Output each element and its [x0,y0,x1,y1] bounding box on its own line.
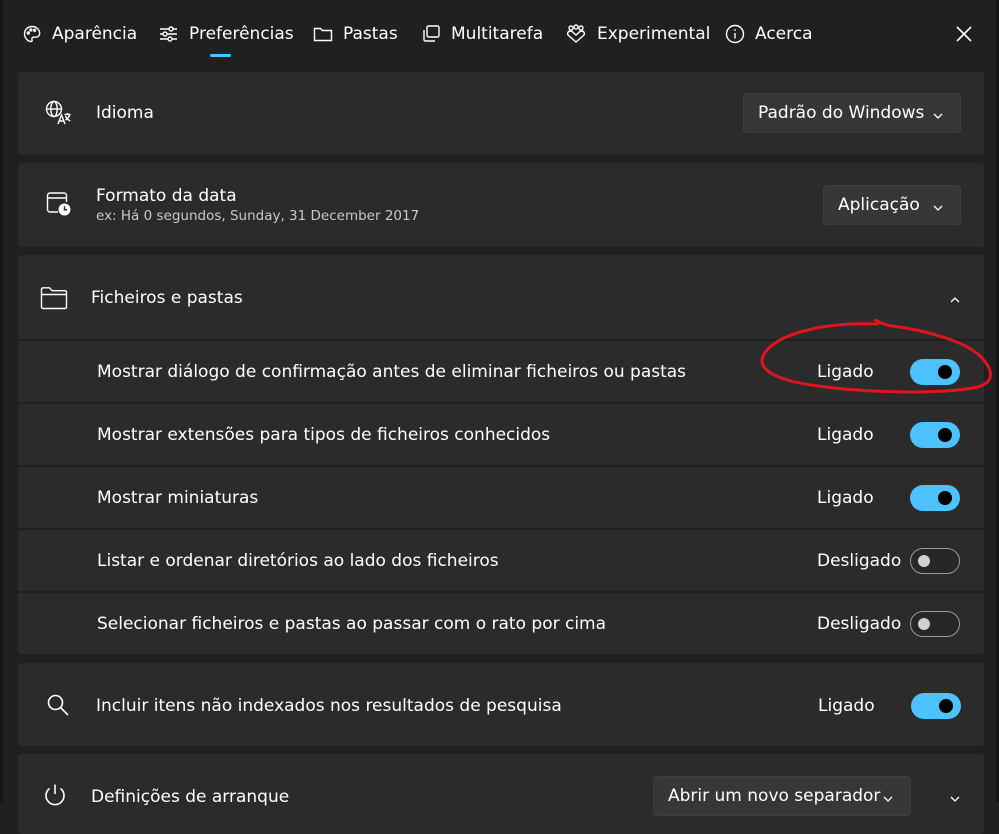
date-format-example: ex: Há 0 segundos, Sunday, 31 December 2… [96,208,420,224]
chevron-down-icon [932,107,944,127]
thumbnails-toggle[interactable] [910,485,960,511]
tab-label: Pastas [343,24,398,44]
tab-multitarefa[interactable]: Multitarefa [421,16,543,52]
toggle-state-label: Ligado [817,488,874,508]
tab-pastas[interactable]: Pastas [313,16,398,52]
date-format-label: Formato da data [96,186,237,206]
chevron-down-icon [932,199,944,219]
multitask-icon [421,24,441,44]
date-format-setting-card: Formato da data ex: Há 0 segundos, Sunda… [18,163,984,247]
tab-experimental[interactable]: Experimental [565,16,710,52]
files-folders-item: Selecionar ficheiros e pastas ao passar … [18,593,984,654]
startup-dropdown[interactable]: Abrir um novo separador [653,776,911,816]
info-icon [725,24,745,44]
toggle-state-label: Ligado [818,696,875,716]
close-button[interactable] [950,20,978,48]
sliders-icon [158,24,179,44]
language-icon [44,99,72,131]
toggle-knob [938,491,952,505]
setting-label: Mostrar diálogo de confirmação antes de … [97,362,687,382]
files-folders-item: Mostrar miniaturas Ligado [18,467,984,528]
file-extensions-toggle[interactable] [910,422,960,448]
toggle-state-label: Ligado [817,425,874,445]
calendar-clock-icon [45,190,73,222]
power-icon [42,782,68,812]
tab-preferencias[interactable]: Preferências [158,16,294,52]
tab-label: Acerca [755,24,813,44]
files-folders-item: Listar e ordenar diretórios ao lado dos … [18,530,984,591]
toggle-knob [918,554,930,567]
close-icon [950,26,978,52]
folders-alongside-files-toggle[interactable] [910,548,960,574]
search-icon [46,693,70,721]
toggle-knob [938,428,952,442]
hover-select-toggle[interactable] [910,611,960,637]
toggle-knob [918,617,930,630]
search-setting-card: Incluir itens não indexados nos resultad… [18,663,984,746]
language-setting-card: Idioma Padrão do Windows [18,72,984,155]
toggle-state-label: Ligado [817,362,874,382]
palette-icon [22,24,42,44]
toggle-knob [939,699,953,713]
tab-acerca[interactable]: Acerca [725,16,813,52]
language-label: Idioma [96,103,154,123]
chevron-up-icon [949,291,961,310]
setting-label: Mostrar miniaturas [97,488,259,508]
files-folders-label: Ficheiros e pastas [91,288,243,308]
experimental-icon [565,24,587,44]
chevron-down-icon [949,790,961,809]
date-format-dropdown[interactable]: Aplicação [823,185,961,225]
tab-aparencia[interactable]: Aparência [22,16,137,52]
folder-icon [313,24,333,44]
folder-icon [40,286,68,314]
tab-label: Preferências [189,24,294,44]
dropdown-value: Aplicação [838,195,920,215]
tab-label: Aparência [52,24,138,44]
dropdown-value: Abrir um novo separador [668,786,881,806]
files-folders-item: Mostrar extensões para tipos de ficheiro… [18,404,984,465]
files-folders-item: Mostrar diálogo de confirmação antes de … [18,341,984,402]
startup-label: Definições de arranque [91,787,290,807]
files-folders-expander[interactable]: Ficheiros e pastas [18,255,984,339]
window-edge-left [0,0,3,802]
setting-label: Listar e ordenar diretórios ao lado dos … [97,551,499,571]
startup-setting-card[interactable]: Definições de arranque Abrir um novo sep… [18,754,984,834]
language-dropdown[interactable]: Padrão do Windows [743,93,961,133]
dropdown-value: Padrão do Windows [758,103,925,123]
toggle-state-label: Desligado [817,614,902,634]
settings-tab-bar: Aparência Preferências Pastas Multitaref… [0,0,999,68]
tab-label: Experimental [597,24,711,44]
delete-confirmation-toggle[interactable] [910,359,960,385]
search-label: Incluir itens não indexados nos resultad… [96,696,562,716]
selected-tab-indicator [210,54,231,57]
chevron-down-icon [882,790,894,810]
toggle-knob [938,365,952,379]
toggle-state-label: Desligado [817,551,902,571]
setting-label: Selecionar ficheiros e pastas ao passar … [97,614,607,634]
unindexed-search-toggle[interactable] [911,693,961,719]
tab-label: Multitarefa [451,24,544,44]
setting-label: Mostrar extensões para tipos de ficheiro… [97,425,551,445]
